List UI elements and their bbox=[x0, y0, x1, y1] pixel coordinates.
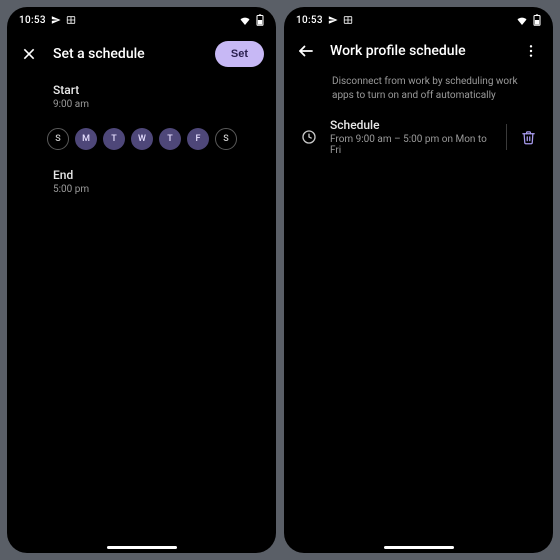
delete-schedule-button[interactable] bbox=[519, 128, 537, 146]
vertical-divider bbox=[506, 124, 507, 150]
phone-set-schedule: 10:53 Set a schedule bbox=[7, 7, 276, 553]
day-wed[interactable]: W bbox=[131, 128, 153, 150]
end-value: 5:00 pm bbox=[53, 184, 246, 195]
wifi-icon bbox=[516, 15, 528, 25]
send-icon bbox=[51, 15, 61, 25]
phone-work-profile-schedule: 10:53 Work profile sche bbox=[284, 7, 553, 553]
day-sat[interactable]: S bbox=[215, 128, 237, 150]
clock-icon bbox=[300, 128, 318, 146]
wifi-icon bbox=[239, 15, 251, 25]
battery-icon bbox=[256, 14, 264, 26]
status-bar: 10:53 bbox=[7, 7, 276, 33]
schedule-description: Disconnect from work by scheduling work … bbox=[298, 71, 539, 114]
close-icon[interactable] bbox=[19, 44, 39, 64]
day-sun[interactable]: S bbox=[47, 128, 69, 150]
back-icon[interactable] bbox=[296, 41, 316, 61]
schedule-value: From 9:00 am – 5:00 pm on Mon to Fri bbox=[330, 134, 494, 156]
page-title: Set a schedule bbox=[53, 46, 201, 62]
home-indicator[interactable] bbox=[107, 546, 177, 549]
status-time: 10:53 bbox=[19, 15, 46, 26]
start-row[interactable]: Start 9:00 am bbox=[53, 83, 246, 110]
send-icon bbox=[328, 15, 338, 25]
day-picker: S M T W T F S bbox=[47, 128, 246, 150]
set-button[interactable]: Set bbox=[215, 41, 264, 67]
more-icon[interactable] bbox=[521, 41, 541, 61]
battery-icon bbox=[533, 14, 541, 26]
start-value: 9:00 am bbox=[53, 99, 246, 110]
day-mon[interactable]: M bbox=[75, 128, 97, 150]
home-indicator[interactable] bbox=[384, 546, 454, 549]
app-bar: Work profile schedule bbox=[284, 33, 553, 67]
day-fri[interactable]: F bbox=[187, 128, 209, 150]
schedule-row[interactable]: Schedule From 9:00 am – 5:00 pm on Mon t… bbox=[298, 114, 539, 160]
status-bar: 10:53 bbox=[284, 7, 553, 33]
status-time: 10:53 bbox=[296, 15, 323, 26]
schedule-label: Schedule bbox=[330, 118, 494, 132]
app-bar: Set a schedule Set bbox=[7, 33, 276, 73]
end-label: End bbox=[53, 168, 246, 182]
page-title: Work profile schedule bbox=[330, 43, 507, 59]
grid-icon bbox=[66, 15, 76, 25]
day-tue[interactable]: T bbox=[103, 128, 125, 150]
grid-icon bbox=[343, 15, 353, 25]
day-thu[interactable]: T bbox=[159, 128, 181, 150]
end-row[interactable]: End 5:00 pm bbox=[53, 168, 246, 195]
start-label: Start bbox=[53, 83, 246, 97]
